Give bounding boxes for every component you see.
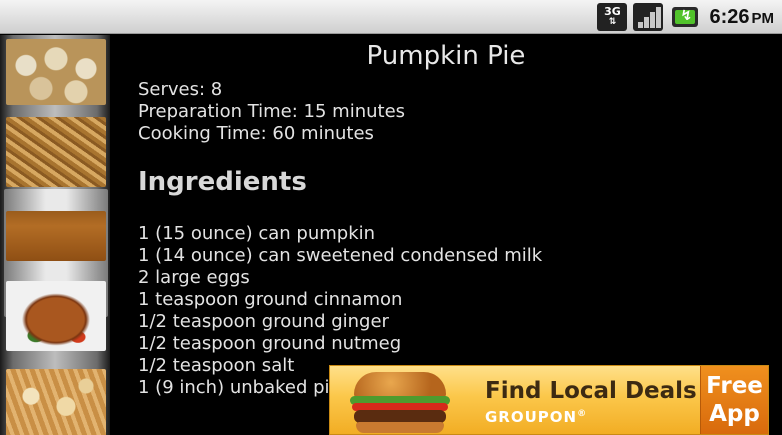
ad-brand-name: GROUPON (485, 408, 578, 426)
thumb-pumpkin-pie[interactable] (6, 211, 106, 261)
battery-charging-icon: ↯ (669, 5, 699, 29)
ingredient-item: 1 (15 ounce) can pumpkin (138, 223, 376, 244)
clock-ampm: PM (751, 9, 775, 27)
thumb-roast-turkey[interactable] (6, 281, 106, 351)
thumb-dessert[interactable] (6, 369, 106, 435)
thumb-appetizer[interactable] (6, 39, 106, 105)
status-bar: 3G ⇅ ↯ 6:26 PM (0, 0, 782, 34)
charging-bolt-icon: ↯ (680, 8, 693, 24)
ingredient-item: 1/2 teaspoon ground nutmeg (138, 333, 402, 354)
status-icons: 3G ⇅ ↯ 6:26 PM (597, 3, 774, 31)
prep-time-text: Preparation Time: 15 minutes (138, 101, 406, 122)
network-3g-icon: 3G ⇅ (597, 3, 628, 31)
ingredient-item: 1/2 teaspoon ground ginger (138, 311, 389, 332)
ingredients-heading: Ingredients (138, 167, 307, 197)
burger-bun-bottom (356, 422, 444, 433)
groupon-ad-banner[interactable]: Find Local Deals GROUPON® Free App (329, 365, 769, 435)
ingredient-item: 2 large eggs (138, 267, 250, 288)
thumb-casserole[interactable] (6, 117, 106, 187)
recipe-gallery[interactable] (0, 35, 110, 435)
burger-image (348, 370, 452, 434)
ad-brand: GROUPON® (485, 408, 587, 426)
burger-bun-top (354, 372, 446, 398)
ad-brand-mark: ® (577, 409, 588, 419)
status-clock: 6:26 PM (709, 6, 774, 29)
recipe-title: Pumpkin Pie (366, 41, 526, 71)
signal-bar (638, 22, 644, 28)
serves-text: Serves: 8 (138, 79, 223, 100)
signal-bar (650, 12, 656, 28)
ad-cta-line1: Free (706, 373, 763, 399)
cook-time-text: Cooking Time: 60 minutes (138, 123, 374, 144)
network-type-label: 3G (604, 5, 621, 18)
ad-cta-line2: App (709, 401, 760, 427)
ingredient-item: 1 teaspoon ground cinnamon (138, 289, 403, 310)
signal-bar (656, 7, 662, 28)
signal-strength-icon (633, 3, 664, 31)
signal-bar (644, 17, 650, 28)
clock-time: 6:26 (709, 5, 750, 28)
network-arrows-icon: ⇅ (608, 17, 617, 27)
recipe-meta: Serves: 8 Preparation Time: 15 minutes C… (138, 79, 405, 145)
ad-headline: Find Local Deals (485, 378, 697, 404)
ingredient-item: 1 (14 ounce) can sweetened condensed mil… (138, 245, 543, 266)
free-app-button[interactable]: Free App (700, 366, 768, 434)
